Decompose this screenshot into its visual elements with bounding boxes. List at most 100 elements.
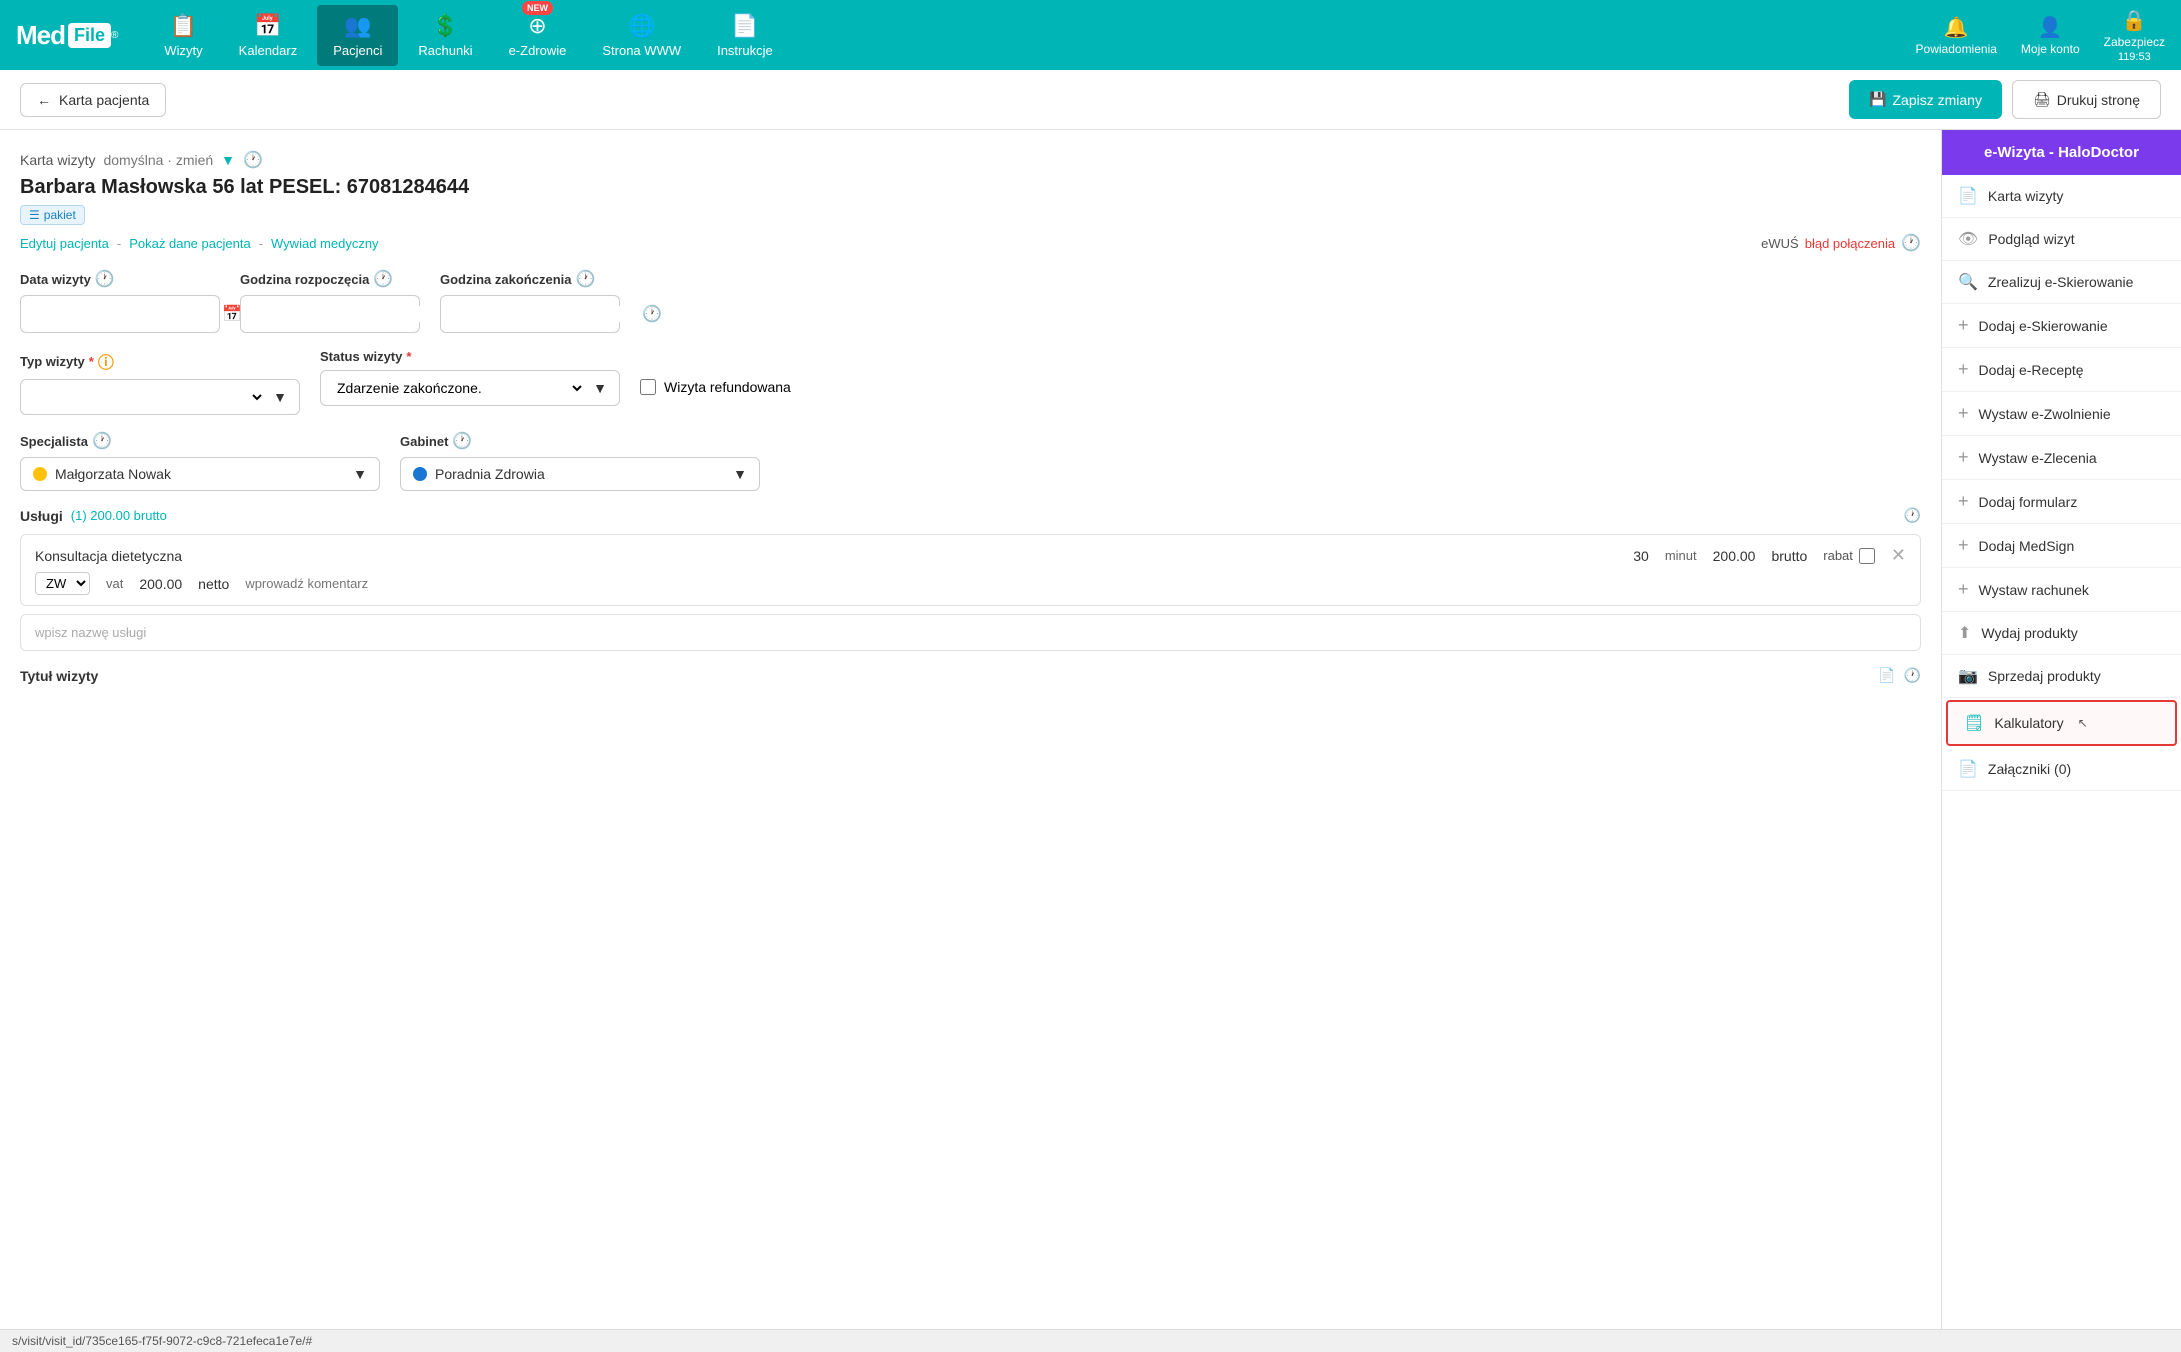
nav-item-rachunki[interactable]: 💲 Rachunki xyxy=(402,5,488,66)
card-title: Karta wizyty xyxy=(20,152,95,168)
type-select[interactable] xyxy=(33,388,265,406)
end-time-control[interactable]: 10:30 🕐 xyxy=(440,295,620,333)
nav-item-wizyty[interactable]: 📋 Wizyty xyxy=(148,5,218,66)
sidebar-item-formularz[interactable]: + Dodaj formularz xyxy=(1942,480,2181,524)
type-select-control[interactable]: ▼ xyxy=(20,379,300,415)
right-sidebar: e-Wizyta - HaloDoctor 📄 Karta wizyty 👁 P… xyxy=(1941,130,2181,1329)
back-button[interactable]: ← Karta pacjenta xyxy=(20,83,166,117)
vat-label: vat xyxy=(106,576,123,591)
end-time-input[interactable]: 10:30 xyxy=(453,306,634,322)
edit-patient-link[interactable]: Edytuj pacjenta xyxy=(20,236,109,251)
nav-zabezpieczenia[interactable]: 🔒 Zabezpiecz 119:53 xyxy=(2104,8,2165,63)
status-required: * xyxy=(406,349,411,364)
sidebar-item-kalkulatory[interactable]: 🗒 Kalkulatory ↖ xyxy=(1946,700,2177,746)
sidebar-item-wydaj[interactable]: ⬆ Wydaj produkty xyxy=(1942,612,2181,655)
ewizyta-button[interactable]: e-Wizyta - HaloDoctor xyxy=(1942,130,2181,175)
nav-powiadomienia[interactable]: 🔔 Powiadomienia xyxy=(1916,15,1997,56)
end-time-clock-icon: 🕐 xyxy=(642,304,662,324)
status-select-control[interactable]: Zdarzenie zakończone. ▼ xyxy=(320,370,620,406)
sidebar-item-karta-wizyty[interactable]: 📄 Karta wizyty xyxy=(1942,175,2181,218)
nav-item-ezdrowie[interactable]: NEW ⊕ e-Zdrowie xyxy=(493,5,583,66)
form-group-start-time: Godzina rozpoczęcia 🕐 10:00 🕐 xyxy=(240,269,420,333)
logo[interactable]: Med File ® xyxy=(16,20,118,51)
sidebar-medsign-label: Dodaj MedSign xyxy=(1979,538,2075,554)
wydaj-upload-icon: ⬆ xyxy=(1958,623,1971,643)
back-label: Karta pacjenta xyxy=(59,92,149,108)
tytul-doc-icon[interactable]: 📄 xyxy=(1878,667,1895,684)
card-clock-icon[interactable]: 🕐 xyxy=(243,150,263,170)
sidebar-item-dodaj-eskierowanie[interactable]: + Dodaj e-Skierowanie xyxy=(1942,304,2181,348)
status-select[interactable]: Zdarzenie zakończone. xyxy=(333,379,585,397)
refund-checkbox[interactable] xyxy=(640,379,656,395)
sidebar-zrealizuj-label: Zrealizuj e-Skierowanie xyxy=(1988,274,2134,290)
form-row-type-status: Typ wizyty * ⓘ ▼ Status wizyty * xyxy=(20,349,1921,415)
sidebar-sprzedaj-label: Sprzedaj produkty xyxy=(1988,668,2101,684)
nav-item-kalendarz[interactable]: 📅 Kalendarz xyxy=(223,5,314,66)
cabinet-select-control[interactable]: Poradnia Zdrowia ▼ xyxy=(400,457,760,491)
change-link[interactable]: ▼ xyxy=(221,152,235,168)
type-info-icon[interactable]: ⓘ xyxy=(98,349,114,373)
vat-select[interactable]: ZW xyxy=(35,572,90,595)
start-clock-icon[interactable]: 🕐 xyxy=(373,269,393,289)
services-header: Usługi (1) 200.00 brutto 🕐 xyxy=(20,507,1921,524)
nav-mojekonto[interactable]: 👤 Moje konto xyxy=(2021,15,2080,56)
rabat-checkbox[interactable] xyxy=(1859,548,1875,564)
end-clock-icon[interactable]: 🕐 xyxy=(575,269,595,289)
kalkulatory-table-icon: 🗒 xyxy=(1964,713,1984,733)
sidebar-item-ezlecenia[interactable]: + Wystaw e-Zlecenia xyxy=(1942,436,2181,480)
start-time-input[interactable]: 10:00 xyxy=(253,306,434,322)
nav-label-kalendarz: Kalendarz xyxy=(239,43,298,58)
service-price-brutto: 200.00 xyxy=(1713,548,1756,564)
instrukcje-icon: 📄 xyxy=(731,13,758,39)
ezwolnienie-plus-icon: + xyxy=(1958,403,1969,424)
ewus-clock-icon[interactable]: 🕐 xyxy=(1901,233,1921,253)
form-group-specialist: Specjalista 🕐 Małgorzata Nowak ▼ xyxy=(20,431,380,491)
date-input[interactable]: 2024-06-08 xyxy=(33,306,214,322)
sidebar-item-podglad[interactable]: 👁 Podgląd wizyt xyxy=(1942,218,2181,261)
status-bar: s/visit/visit_id/735ce165-f75f-9072-c9c8… xyxy=(0,1329,2181,1352)
nav-item-instrukcje[interactable]: 📄 Instrukcje xyxy=(701,5,789,66)
zabezpieczenia-label: Zabezpiecz xyxy=(2104,35,2165,49)
print-button[interactable]: 🖨 Drukuj stronę xyxy=(2012,80,2161,119)
nav-label-instrukcje: Instrukcje xyxy=(717,43,773,58)
sidebar-item-rachunek[interactable]: + Wystaw rachunek xyxy=(1942,568,2181,612)
sidebar-item-sprzedaj[interactable]: 📷 Sprzedaj produkty xyxy=(1942,655,2181,698)
date-clock-icon[interactable]: 🕐 xyxy=(95,269,115,289)
subheader-actions: 💾 Zapisz zmiany 🖨 Drukuj stronę xyxy=(1849,80,2161,119)
sidebar-item-zalaczniki[interactable]: 📄 Załączniki (0) xyxy=(1942,748,2181,791)
sidebar-item-zrealizuj[interactable]: 🔍 Zrealizuj e-Skierowanie xyxy=(1942,261,2181,304)
date-input-control[interactable]: 2024-06-08 📅 xyxy=(20,295,220,333)
save-button[interactable]: 💾 Zapisz zmiany xyxy=(1849,80,2002,119)
status-dropdown-icon: ▼ xyxy=(593,380,607,396)
zrealizuj-search-icon: 🔍 xyxy=(1958,272,1978,292)
show-patient-link[interactable]: Pokaż dane pacjenta xyxy=(129,236,250,251)
service-add-input[interactable]: wpisz nazwę usługi xyxy=(20,614,1921,651)
service-close-button[interactable]: ✕ xyxy=(1891,545,1906,566)
sidebar-item-ezwolnienie[interactable]: + Wystaw e-Zwolnienie xyxy=(1942,392,2181,436)
nav-item-pacjenci[interactable]: 👥 Pacjenci xyxy=(317,5,398,66)
start-time-control[interactable]: 10:00 🕐 xyxy=(240,295,420,333)
service-add-placeholder: wpisz nazwę usługi xyxy=(35,625,146,640)
service-comment-input[interactable] xyxy=(245,576,445,591)
specialist-select-control[interactable]: Małgorzata Nowak ▼ xyxy=(20,457,380,491)
print-label: Drukuj stronę xyxy=(2057,92,2140,108)
tytul-clock-icon[interactable]: 🕐 xyxy=(1904,667,1921,684)
cabinet-clock-icon[interactable]: 🕐 xyxy=(452,431,472,451)
sidebar-item-medsign[interactable]: + Dodaj MedSign xyxy=(1942,524,2181,568)
nav-items: 📋 Wizyty 📅 Kalendarz 👥 Pacjenci 💲 Rachun… xyxy=(148,5,1915,66)
tytul-header: Tytuł wizyty 📄 🕐 xyxy=(20,667,1921,684)
services-clock-icon[interactable]: 🕐 xyxy=(1904,507,1921,524)
specialist-clock-icon[interactable]: 🕐 xyxy=(92,431,112,451)
sidebar-item-dodaj-erecepete[interactable]: + Dodaj e-Receptę xyxy=(1942,348,2181,392)
specialist-dropdown-icon: ▼ xyxy=(353,466,367,482)
save-label: Zapisz zmiany xyxy=(1892,92,1981,108)
content-area: Karta wizyty domyślna · zmień ▼ 🕐 Barbar… xyxy=(0,130,1941,1329)
wywiad-link[interactable]: Wywiad medyczny xyxy=(271,236,379,251)
form-row-dates: Data wizyty 🕐 2024-06-08 📅 Godzina rozpo… xyxy=(20,269,1921,333)
service-netto-label: netto xyxy=(198,576,229,592)
patient-info-row: Edytuj pacjenta - Pokaż dane pacjenta - … xyxy=(20,233,1921,253)
status-url: s/visit/visit_id/735ce165-f75f-9072-c9c8… xyxy=(12,1334,312,1348)
dodaj-erecepete-plus-icon: + xyxy=(1958,359,1969,380)
nav-item-stronawww[interactable]: 🌐 Strona WWW xyxy=(586,5,697,66)
podglad-eye-icon: 👁 xyxy=(1958,229,1978,249)
